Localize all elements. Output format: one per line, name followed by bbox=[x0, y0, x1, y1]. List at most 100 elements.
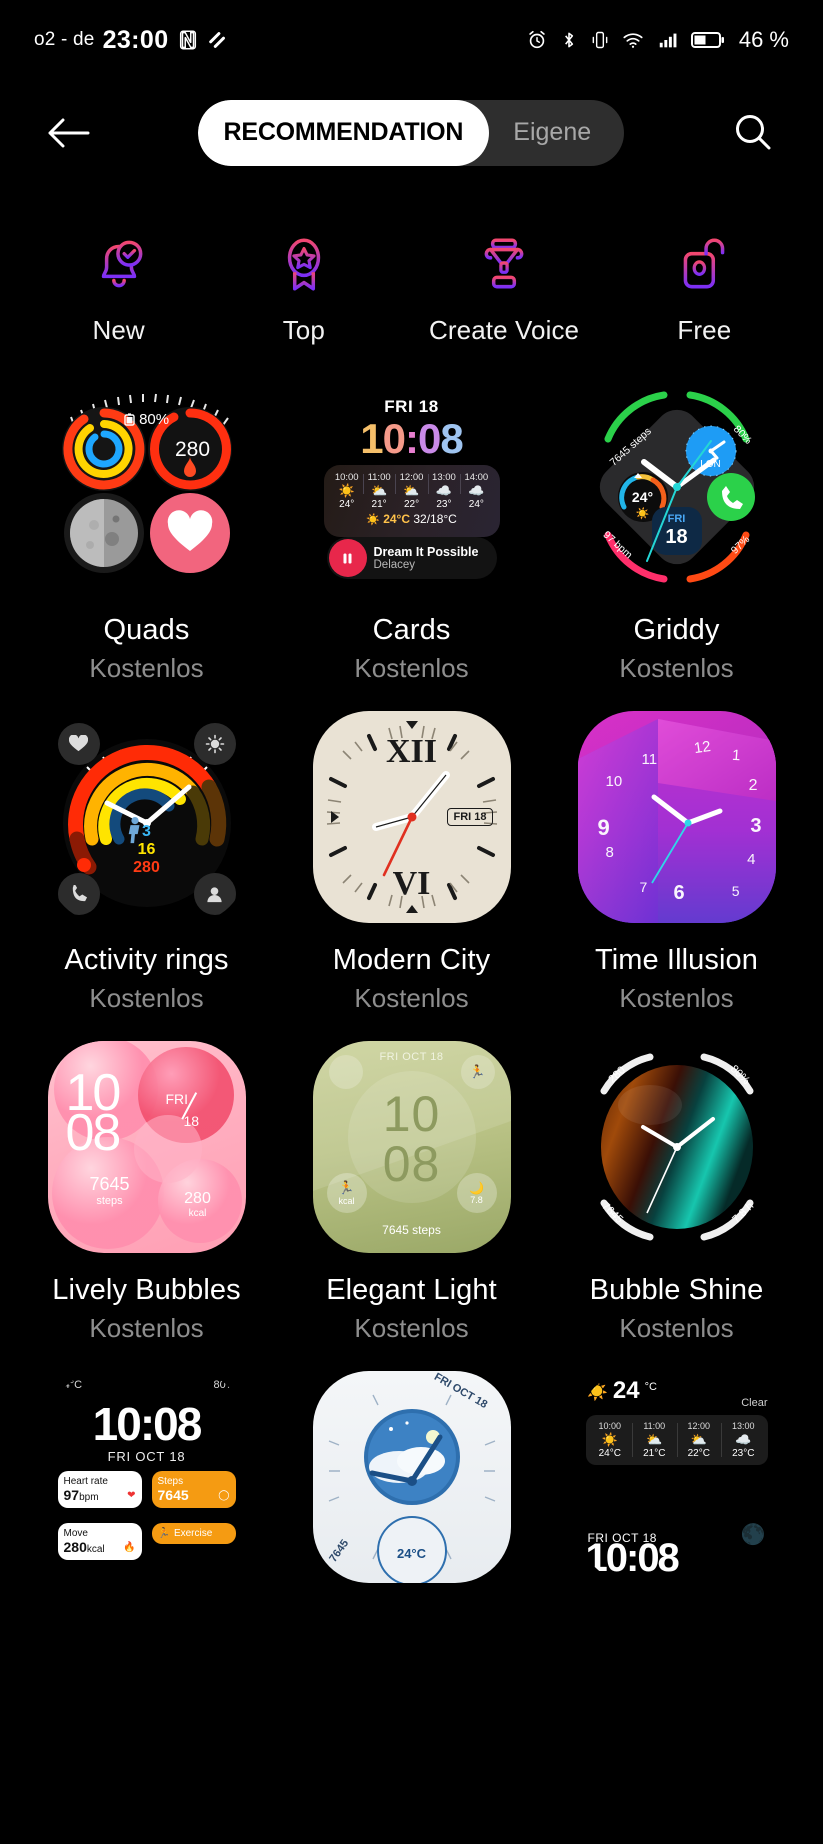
song-title: Dream It Possible bbox=[374, 545, 479, 559]
cards-weather-summary: ☀️ 24°C 32/18°C bbox=[328, 512, 496, 526]
flame-icon: 🔥 bbox=[123, 1542, 135, 1553]
face-title: Quads bbox=[104, 614, 190, 647]
watch-face-tile[interactable]: 280 80% 7645 7.8 h Bubble Shine Kostenlo… bbox=[544, 1034, 809, 1344]
bell-check-icon bbox=[82, 227, 156, 301]
quads-battery: 80% bbox=[48, 411, 246, 428]
modern-city-numeral-top: XII bbox=[313, 733, 511, 771]
cards-music-widget[interactable]: Dream It Possible Delacey bbox=[327, 537, 497, 579]
status-bar-left: o2 - de 23:00 bbox=[34, 26, 229, 55]
back-arrow-icon bbox=[46, 116, 92, 150]
weather-header: ☀️ 24 °C bbox=[586, 1377, 768, 1405]
weather-card-face: ☀️ 24 °C Clear 10:00 ☀️ 24°C 11:00 bbox=[578, 1371, 776, 1583]
face-preview[interactable]: 12 1 2 3 4 5 6 7 8 9 10 11 bbox=[564, 704, 790, 930]
face-preview[interactable]: FRI 18 10:08 10:00 ☀️ 24° 11:00 bbox=[299, 374, 525, 600]
sun-icon: ☀️ bbox=[588, 1431, 633, 1448]
face-preview[interactable]: 7645 steps 80% 97 bpm 97% 24° ☀️ LON FRI… bbox=[564, 374, 790, 600]
phone-icon bbox=[58, 873, 100, 915]
card-value: 97 bbox=[64, 1487, 80, 1503]
face-price: Kostenlos bbox=[619, 653, 733, 684]
category-label: Free bbox=[677, 315, 731, 346]
status-clock: 23:00 bbox=[103, 26, 169, 55]
griddy-day: FRI bbox=[658, 513, 696, 525]
battery-icon bbox=[691, 29, 725, 51]
watch-face-tile[interactable]: FRI 18 10:08 10:00 ☀️ 24° 11:00 bbox=[279, 374, 544, 684]
watch-face-tile[interactable]: XII VI FRI 18 Modern City Kostenlos bbox=[279, 704, 544, 1014]
forecast-temp: 21° bbox=[363, 499, 395, 510]
forecast-time: 12:00 bbox=[677, 1421, 722, 1431]
category-create-voice[interactable]: Create Voice bbox=[429, 227, 579, 346]
face-preview[interactable]: ☀️ 24 °C Clear 10:00 ☀️ 24°C 11:00 bbox=[564, 1364, 790, 1590]
cellular-signal-icon bbox=[656, 29, 680, 51]
forecast-cell: 10:00 ☀️ 24°C bbox=[588, 1421, 633, 1459]
face-preview[interactable]: 10 08 FRI 18 7645 steps 280 kcal bbox=[34, 1034, 260, 1260]
face-preview[interactable]: XII VI FRI 18 bbox=[299, 704, 525, 930]
watch-face-tile[interactable]: FRI OCT 18 7645 24°C bbox=[279, 1364, 544, 1610]
bubbles-steps-value: 7645 bbox=[72, 1174, 148, 1195]
watch-face-tile[interactable]: 80% 280 Quads Kostenlos bbox=[14, 374, 279, 684]
watch-face-tile[interactable]: 7645 steps 80% 97 bpm 97% 24° ☀️ LON FRI… bbox=[544, 374, 809, 684]
digital-health-face: 24°C 80% 10:08 FRI OCT 18 Heart rate 97b… bbox=[48, 1371, 246, 1583]
vibrate-icon bbox=[590, 29, 610, 51]
tab-eigene[interactable]: Eigene bbox=[489, 100, 615, 166]
face-preview[interactable]: 24°C 80% 10:08 FRI OCT 18 Heart rate 97b… bbox=[34, 1364, 260, 1590]
watch-face-tile[interactable]: 24°C 80% 10:08 FRI OCT 18 Heart rate 97b… bbox=[14, 1364, 279, 1610]
bubbles-steps-label: steps bbox=[72, 1195, 148, 1207]
bubbles-day: FRI bbox=[166, 1091, 189, 1107]
activity-exercise-value: 16 bbox=[48, 841, 246, 859]
quads-battery-label: 80% bbox=[139, 411, 169, 428]
forecast-temp: 24° bbox=[331, 499, 363, 510]
face-preview[interactable]: 80% 280 bbox=[34, 374, 260, 600]
forecast-time: 11:00 bbox=[632, 1421, 677, 1431]
forecast-temp: 22°C bbox=[677, 1448, 722, 1459]
trophy-icon bbox=[467, 227, 541, 301]
watch-face-tile[interactable]: 12 1 2 3 4 5 6 7 8 9 10 11 Time Illusion… bbox=[544, 704, 809, 1014]
forecast-cell: 13:00 ☁️ 23°C bbox=[721, 1421, 766, 1459]
card-title: Move bbox=[64, 1528, 136, 1539]
back-button[interactable] bbox=[40, 104, 98, 162]
category-free[interactable]: Free bbox=[644, 227, 764, 346]
forecast-temp: 24° bbox=[460, 499, 492, 510]
face-title: Elegant Light bbox=[326, 1274, 497, 1307]
griddy-temp: 24° bbox=[624, 489, 662, 505]
heart-icon: ❤ bbox=[127, 1490, 135, 1501]
bubbles-date: 18 bbox=[184, 1113, 200, 1129]
face-preview[interactable]: FRI OCT 18 7645 24°C bbox=[299, 1364, 525, 1590]
bubbles-kcal-label: kcal bbox=[166, 1208, 230, 1219]
carrier-label: o2 - de bbox=[34, 29, 95, 51]
weather-condition: Clear bbox=[741, 1397, 767, 1409]
weather-range: 32/18°C bbox=[413, 512, 457, 526]
card-value: 7645 bbox=[158, 1487, 189, 1503]
card-unit: kcal bbox=[87, 1544, 105, 1555]
elegant-sleep-value: 7.8 bbox=[470, 1195, 483, 1205]
status-bar-right: 46 % bbox=[526, 27, 789, 53]
elegant-kcal-chip: 🏃 kcal bbox=[327, 1173, 367, 1213]
illusion-numeral-3: 3 bbox=[750, 815, 761, 838]
watch-face-tile[interactable]: 3 16 280 Activity rings Kostenlos bbox=[14, 704, 279, 1014]
activity-rings-face: 3 16 280 bbox=[48, 711, 246, 923]
forecast-cell: 10:00 ☀️ 24° bbox=[331, 472, 363, 510]
watch-face-tile[interactable]: 10 08 FRI 18 7645 steps 280 kcal Lively … bbox=[14, 1034, 279, 1344]
cards-weather-panel: 10:00 ☀️ 24° 11:00 ⛅ 21° 12:00 bbox=[324, 465, 500, 537]
digital-card-steps: Steps 7645 ◯ bbox=[152, 1471, 236, 1508]
sun-cloud-icon: ⛅ bbox=[632, 1431, 677, 1448]
face-price: Kostenlos bbox=[619, 983, 733, 1014]
sun-cloud-icon: ⛅ bbox=[363, 483, 395, 499]
face-title: Cards bbox=[373, 614, 451, 647]
forecast-time: 10:00 bbox=[588, 1421, 633, 1431]
heart-icon bbox=[58, 723, 100, 765]
cards-date: FRI 18 bbox=[313, 397, 511, 417]
category-new[interactable]: New bbox=[59, 227, 179, 346]
face-preview[interactable]: 3 16 280 bbox=[34, 704, 260, 930]
battery-percent-label: 46 % bbox=[739, 27, 789, 53]
watch-face-tile[interactable]: FRI OCT 18 10 08 🏃 kcal 🌙 7.8 7645 steps… bbox=[279, 1034, 544, 1344]
time-illusion-face: 12 1 2 3 4 5 6 7 8 9 10 11 bbox=[578, 711, 776, 923]
tab-recommendation[interactable]: RECOMMENDATION bbox=[198, 100, 490, 166]
category-top[interactable]: Top bbox=[244, 227, 364, 346]
face-preview[interactable]: 280 80% 7645 7.8 h bbox=[564, 1034, 790, 1260]
face-preview[interactable]: FRI OCT 18 10 08 🏃 kcal 🌙 7.8 7645 steps… bbox=[299, 1034, 525, 1260]
sun-cloud-icon: ⛅ bbox=[677, 1431, 722, 1448]
pause-icon[interactable] bbox=[329, 539, 367, 577]
watch-face-tile[interactable]: ☀️ 24 °C Clear 10:00 ☀️ 24°C 11:00 bbox=[544, 1364, 809, 1610]
search-button[interactable] bbox=[723, 103, 783, 163]
bluetooth-icon bbox=[559, 29, 579, 51]
